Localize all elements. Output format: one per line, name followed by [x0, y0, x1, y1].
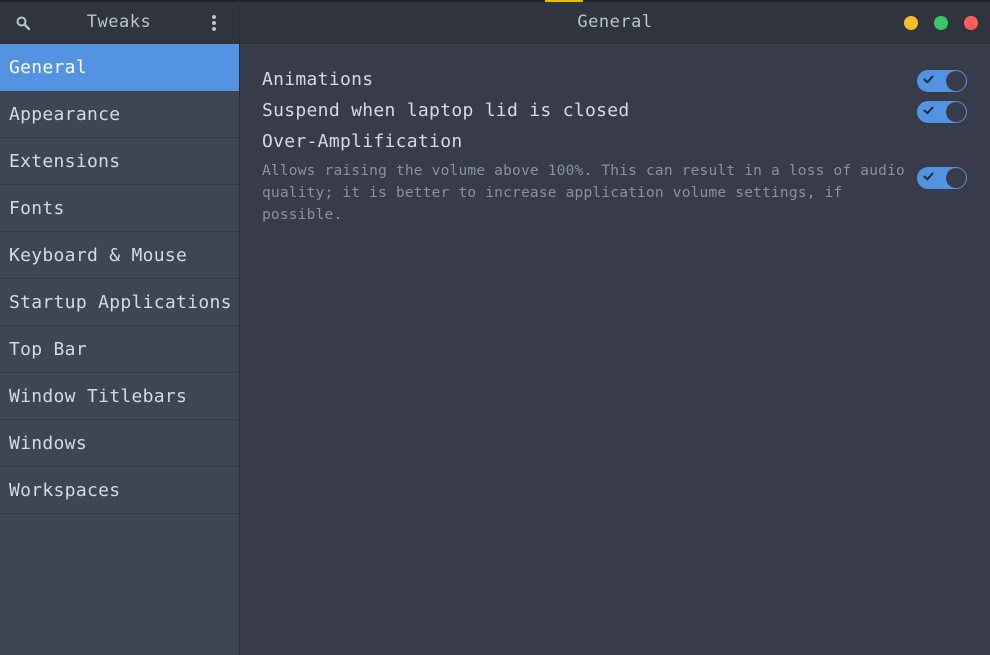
setting-label: Suspend when laptop lid is closed	[262, 100, 630, 121]
app-menu-button[interactable]	[202, 10, 226, 36]
search-button[interactable]	[10, 10, 36, 36]
sidebar-item-windows[interactable]: Windows	[0, 420, 239, 467]
toggle-knob	[946, 168, 966, 188]
tweaks-window: Tweaks General General Appearance Extens…	[0, 0, 990, 655]
minimize-button[interactable]	[904, 16, 918, 30]
sidebar-item-fonts[interactable]: Fonts	[0, 185, 239, 232]
top-decoration	[545, 0, 583, 2]
page-title: General	[577, 12, 653, 32]
app-title: Tweaks	[86, 12, 152, 32]
animations-toggle[interactable]	[917, 70, 967, 92]
sidebar-item-appearance[interactable]: Appearance	[0, 91, 239, 138]
toggle-knob	[946, 71, 966, 91]
sidebar-item-top-bar[interactable]: Top Bar	[0, 326, 239, 373]
settings-panel: Animations Suspend when laptop lid is cl…	[240, 44, 990, 655]
header-bar: Tweaks General	[0, 0, 990, 44]
sidebar-item-workspaces[interactable]: Workspaces	[0, 467, 239, 514]
check-icon	[923, 172, 934, 181]
setting-row-suspend-lid: Suspend when laptop lid is closed	[262, 100, 968, 121]
setting-row-over-amplification: Over-Amplification Allows raising the vo…	[262, 131, 968, 226]
setting-row-animations: Animations	[262, 69, 968, 90]
sidebar-header: Tweaks	[0, 0, 240, 44]
sidebar-item-window-titlebars[interactable]: Window Titlebars	[0, 373, 239, 420]
maximize-button[interactable]	[934, 16, 948, 30]
sidebar-item-keyboard-mouse[interactable]: Keyboard & Mouse	[0, 232, 239, 279]
check-icon	[923, 75, 934, 84]
sidebar-item-startup-applications[interactable]: Startup Applications	[0, 279, 239, 326]
vertical-dots-menu-icon	[212, 15, 216, 31]
sidebar-item-extensions[interactable]: Extensions	[0, 138, 239, 185]
search-icon	[16, 16, 30, 30]
setting-label: Over-Amplification	[262, 131, 463, 152]
close-button[interactable]	[964, 16, 978, 30]
setting-label: Animations	[262, 69, 374, 90]
suspend-lid-toggle[interactable]	[917, 101, 967, 123]
sidebar: General Appearance Extensions Fonts Keyb…	[0, 44, 240, 655]
over-amplification-toggle[interactable]	[917, 167, 967, 189]
toggle-knob	[946, 102, 966, 122]
setting-description: Allows raising the volume above 100%. Th…	[262, 163, 905, 223]
sidebar-item-general[interactable]: General	[0, 44, 239, 91]
check-icon	[923, 106, 934, 115]
